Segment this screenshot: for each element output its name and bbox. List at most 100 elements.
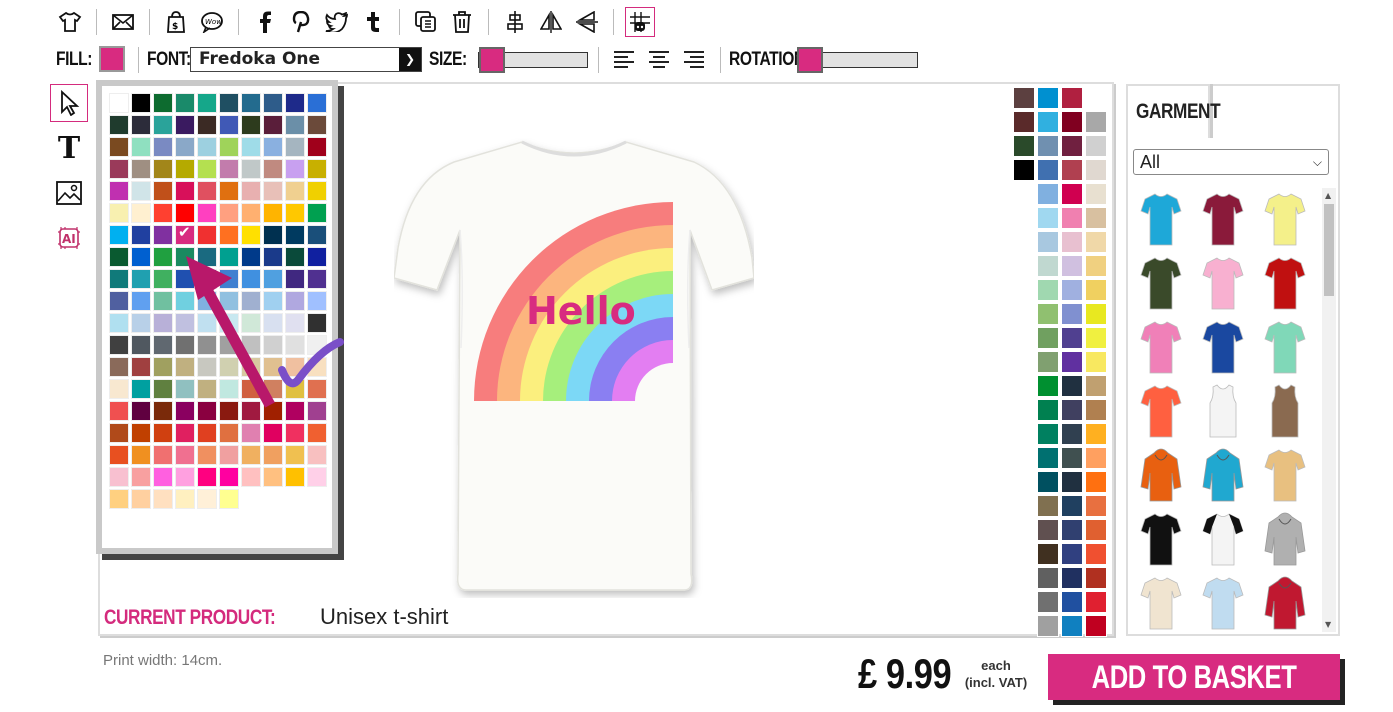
palette-color-swatch[interactable] <box>219 93 239 113</box>
palette-color-swatch[interactable] <box>131 115 151 135</box>
align-left-icon[interactable] <box>614 51 634 69</box>
rotation-slider[interactable] <box>797 47 918 73</box>
quick-color-swatch[interactable] <box>1013 111 1035 133</box>
align-center-text-icon[interactable] <box>649 51 669 69</box>
palette-color-swatch[interactable] <box>219 203 239 223</box>
quick-color-swatch[interactable] <box>1061 615 1083 637</box>
palette-color-swatch[interactable] <box>307 137 327 157</box>
shopping-bag-icon[interactable]: $ <box>161 7 191 37</box>
palette-color-swatch[interactable] <box>197 115 217 135</box>
garment-item-tee-natural[interactable] <box>1130 572 1192 632</box>
quick-color-swatch[interactable] <box>1085 591 1107 613</box>
garment-item-tee-coral[interactable] <box>1130 380 1192 444</box>
palette-color-swatch[interactable] <box>175 489 195 509</box>
twitter-icon[interactable] <box>322 7 352 37</box>
garment-item-varsity-red[interactable] <box>1254 572 1316 632</box>
palette-color-swatch[interactable] <box>263 467 283 487</box>
palette-color-swatch[interactable] <box>263 93 283 113</box>
palette-color-swatch[interactable] <box>109 445 129 465</box>
garment-item-tee-red[interactable] <box>1254 252 1316 316</box>
quick-color-swatch[interactable] <box>1037 255 1059 277</box>
palette-color-swatch[interactable] <box>307 159 327 179</box>
quick-color-swatch[interactable] <box>1085 207 1107 229</box>
palette-color-swatch[interactable] <box>109 489 129 509</box>
palette-color-swatch[interactable] <box>109 247 129 267</box>
palette-color-swatch[interactable] <box>197 467 217 487</box>
palette-color-swatch[interactable] <box>285 137 305 157</box>
palette-color-swatch[interactable] <box>109 181 129 201</box>
garment-item-hoodie-grey[interactable] <box>1254 508 1316 572</box>
palette-color-swatch[interactable] <box>263 159 283 179</box>
quick-color-swatch[interactable] <box>1061 111 1083 133</box>
ai-tool-icon[interactable]: AI <box>50 219 88 257</box>
quick-color-swatch[interactable] <box>1061 519 1083 541</box>
palette-color-swatch[interactable] <box>153 467 173 487</box>
flip-horizontal-icon[interactable] <box>536 7 566 37</box>
quick-color-swatch[interactable] <box>1085 471 1107 493</box>
size-slider-handle[interactable] <box>479 47 505 73</box>
palette-color-swatch[interactable] <box>241 203 261 223</box>
quick-color-swatch[interactable] <box>1037 495 1059 517</box>
palette-color-swatch[interactable] <box>197 137 217 157</box>
palette-color-swatch[interactable] <box>153 203 173 223</box>
quick-color-swatch[interactable] <box>1085 159 1107 181</box>
palette-color-swatch[interactable] <box>131 291 151 311</box>
quick-color-swatch[interactable] <box>1061 351 1083 373</box>
palette-color-swatch[interactable] <box>131 379 151 399</box>
fill-color-button[interactable] <box>99 46 125 72</box>
quick-color-swatch[interactable] <box>1037 159 1059 181</box>
palette-color-swatch[interactable] <box>175 137 195 157</box>
palette-color-swatch[interactable] <box>109 137 129 157</box>
palette-color-swatch[interactable] <box>197 93 217 113</box>
palette-color-swatch[interactable] <box>241 181 261 201</box>
palette-color-swatch[interactable] <box>153 115 173 135</box>
quick-color-swatch[interactable] <box>1037 327 1059 349</box>
quick-color-swatch[interactable] <box>1085 495 1107 517</box>
garment-item-tee-olive[interactable] <box>1130 252 1192 316</box>
palette-color-swatch[interactable] <box>219 159 239 179</box>
quick-color-swatch[interactable] <box>1061 495 1083 517</box>
garment-scrollbar[interactable]: ▲ ▼ <box>1322 188 1336 632</box>
palette-color-swatch[interactable] <box>131 313 151 333</box>
garment-item-tank-brown[interactable] <box>1254 380 1316 444</box>
facebook-icon[interactable] <box>250 7 280 37</box>
quick-color-swatch[interactable] <box>1085 255 1107 277</box>
palette-color-swatch[interactable] <box>241 115 261 135</box>
quick-color-swatch[interactable] <box>1085 279 1107 301</box>
quick-color-swatch[interactable] <box>1061 543 1083 565</box>
palette-color-swatch[interactable] <box>109 291 129 311</box>
quick-color-swatch[interactable] <box>1085 399 1107 421</box>
quick-color-swatch[interactable] <box>1085 87 1107 109</box>
quick-color-swatch[interactable] <box>1085 447 1107 469</box>
palette-color-swatch[interactable] <box>131 93 151 113</box>
quick-color-swatch[interactable] <box>1061 279 1083 301</box>
palette-color-swatch[interactable] <box>131 181 151 201</box>
quick-color-swatch[interactable] <box>1037 615 1059 637</box>
size-slider[interactable] <box>478 47 588 73</box>
palette-color-swatch[interactable] <box>131 247 151 267</box>
quick-color-swatch[interactable] <box>1037 567 1059 589</box>
palette-color-swatch[interactable] <box>175 181 195 201</box>
quick-color-swatch[interactable] <box>1085 375 1107 397</box>
palette-color-swatch[interactable] <box>219 181 239 201</box>
quick-color-swatch[interactable] <box>1085 111 1107 133</box>
quick-color-swatch[interactable] <box>1037 111 1059 133</box>
quick-color-swatch[interactable] <box>1037 423 1059 445</box>
select-pointer-icon[interactable] <box>50 84 88 122</box>
quick-color-swatch[interactable] <box>1037 399 1059 421</box>
palette-color-swatch[interactable] <box>263 137 283 157</box>
tab-garment[interactable]: GARMENT <box>1126 84 1221 138</box>
garment-item-tee-black[interactable] <box>1130 508 1192 572</box>
palette-color-swatch[interactable] <box>285 467 305 487</box>
palette-color-swatch[interactable] <box>131 269 151 289</box>
scroll-up-icon[interactable]: ▲ <box>1325 191 1331 200</box>
palette-color-swatch[interactable] <box>307 467 327 487</box>
palette-color-swatch[interactable] <box>219 137 239 157</box>
garment-item-tee-yellow[interactable] <box>1254 188 1316 252</box>
palette-color-swatch[interactable] <box>109 159 129 179</box>
palette-color-swatch[interactable] <box>197 159 217 179</box>
quick-color-swatch[interactable] <box>1037 471 1059 493</box>
palette-color-swatch[interactable] <box>131 225 151 245</box>
palette-color-swatch[interactable] <box>109 225 129 245</box>
quick-color-swatch[interactable] <box>1061 303 1083 325</box>
